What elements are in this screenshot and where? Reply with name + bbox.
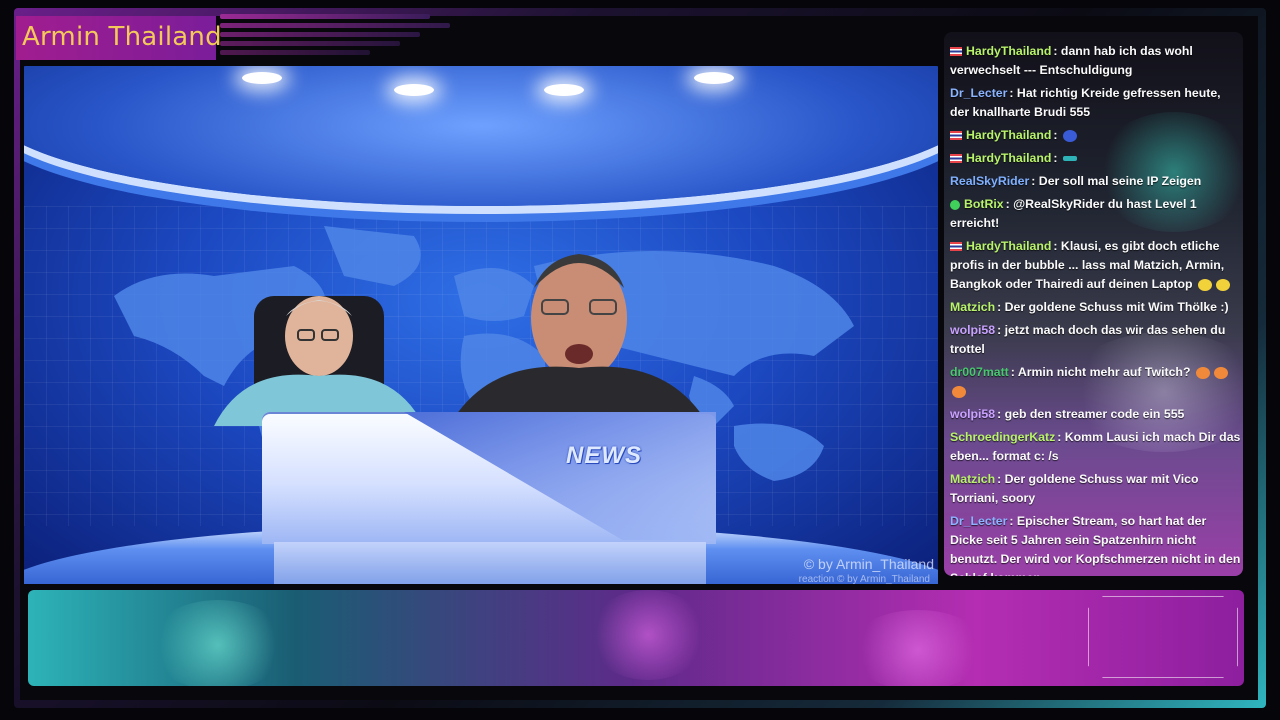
bottom-panel-frame: [1088, 596, 1238, 678]
chat-username[interactable]: BotRix: [964, 197, 1004, 211]
ceiling-light: [544, 84, 584, 96]
chat-message: Dr_Lecter: Hat richtig Kreide gefressen …: [950, 84, 1242, 122]
chat-username[interactable]: HardyThailand: [966, 151, 1051, 165]
bokeh-glow: [588, 590, 708, 680]
chat-message-list: HardyThailand: dann hab ich das wohl ver…: [950, 42, 1242, 576]
ceiling-light: [394, 84, 434, 96]
chat-message: SchroedingerKatz: Komm Lausi ich mach Di…: [950, 428, 1242, 466]
chat-username[interactable]: wolpi58: [950, 323, 995, 337]
chat-message: wolpi58: geb den streamer code ein 555: [950, 405, 1242, 424]
chat-panel: HardyThailand: dann hab ich das wohl ver…: [944, 32, 1243, 576]
emote-icon: [1195, 366, 1210, 379]
chat-message: RealSkyRider: Der soll mal seine IP Zeig…: [950, 172, 1242, 191]
chat-message: Matzich: Der goldene Schuss mit Wim Thöl…: [950, 298, 1242, 317]
chat-message: Matzich: Der goldene Schuss war mit Vico…: [950, 470, 1242, 508]
chat-username[interactable]: HardyThailand: [966, 128, 1051, 142]
deco-stripe: [220, 14, 430, 19]
chat-username[interactable]: dr007matt: [950, 365, 1009, 379]
chat-username[interactable]: HardyThailand: [966, 239, 1051, 253]
chat-text: :: [1053, 128, 1058, 142]
emote-icon: [952, 385, 966, 398]
chat-message: HardyThailand:: [950, 149, 1242, 168]
verified-bot-icon: [950, 199, 960, 210]
thai-flag-icon: [950, 47, 962, 57]
chat-text: : geb den streamer code ein 555: [997, 407, 1185, 421]
host-right: [454, 254, 704, 418]
chat-username[interactable]: RealSkyRider: [950, 174, 1029, 188]
bokeh-glow: [848, 610, 988, 686]
thai-flag-icon: [950, 242, 962, 252]
chat-text: :: [1053, 151, 1058, 165]
chat-text: : Der goldene Schuss mit Wim Thölke :): [997, 300, 1229, 314]
chat-message: Dr_Lecter: Epischer Stream, so hart hat …: [950, 512, 1242, 576]
chat-message: dr007matt: Armin nicht mehr auf Twitch?: [950, 363, 1242, 401]
deco-stripe: [220, 50, 370, 55]
emote-icon: [1197, 278, 1212, 291]
chat-username[interactable]: wolpi58: [950, 407, 995, 421]
chat-message: HardyThailand: Klausi, es gibt doch etli…: [950, 237, 1242, 294]
news-desk-logo: NEWS: [566, 442, 642, 469]
video-watermark-small: reaction © by Armin_Thailand: [798, 574, 930, 584]
thai-flag-icon: [950, 154, 962, 164]
bokeh-glow: [148, 600, 288, 686]
deco-stripe: [220, 23, 450, 28]
emote-icon: [1213, 366, 1228, 379]
chat-message: wolpi58: jetzt mach doch das wir das seh…: [950, 321, 1242, 359]
chat-message: BotRix: @RealSkyRider du hast Level 1 er…: [950, 195, 1242, 233]
video-watermark: © by Armin_Thailand: [803, 556, 934, 572]
deco-stripe: [220, 32, 420, 37]
chat-username[interactable]: Matzich: [950, 300, 995, 314]
host-left: [214, 296, 424, 426]
chat-username[interactable]: Dr_Lecter: [950, 514, 1007, 528]
chat-username[interactable]: Dr_Lecter: [950, 86, 1007, 100]
chat-message: HardyThailand: dann hab ich das wohl ver…: [950, 42, 1242, 80]
chat-username[interactable]: Matzich: [950, 472, 995, 486]
chat-username[interactable]: HardyThailand: [966, 44, 1051, 58]
news-desk-base: [274, 542, 706, 584]
bottom-ticker-panel: [28, 590, 1244, 686]
thai-flag-icon: [950, 131, 962, 141]
ceiling-light: [242, 72, 282, 84]
chat-message: HardyThailand:: [950, 126, 1242, 145]
emote-icon: [1062, 156, 1077, 162]
emote-icon: [1062, 129, 1077, 142]
video-feed: NEWS © by Armin_Thailand reaction © by A…: [24, 66, 938, 584]
studio-ceiling: [24, 66, 938, 206]
chat-text: : Der soll mal seine IP Zeigen: [1031, 174, 1202, 188]
ceiling-light: [694, 72, 734, 84]
chat-username[interactable]: SchroedingerKatz: [950, 430, 1055, 444]
emote-icon: [1215, 278, 1230, 291]
deco-stripe: [220, 41, 400, 46]
channel-title: Armin Thailand: [22, 22, 222, 52]
chat-text: : Armin nicht mehr auf Twitch?: [1010, 365, 1191, 379]
